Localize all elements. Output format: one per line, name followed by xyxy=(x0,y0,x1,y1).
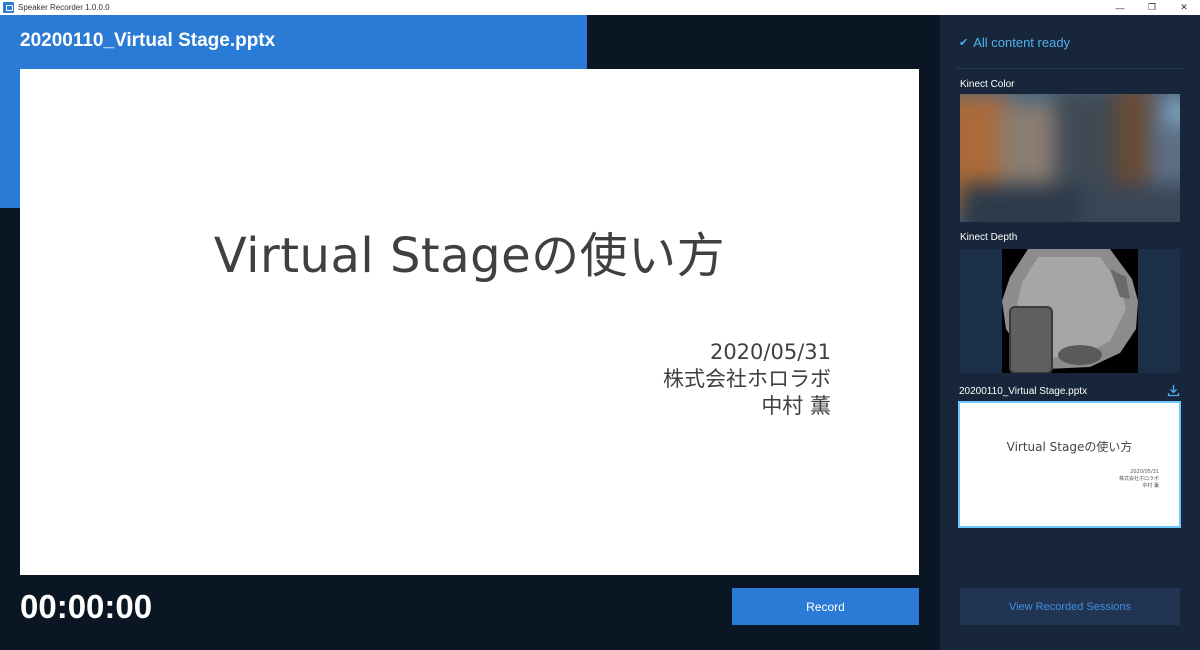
status-indicator: ✔ All content ready xyxy=(959,35,1070,50)
thumbnail-author: 中村 薫 xyxy=(1142,483,1159,489)
thumbnail-date: 2020/05/31 xyxy=(1130,469,1159,475)
slide-thumbnail[interactable]: Virtual Stageの使い方 2020/05/31 株式会社ホロラボ 中村… xyxy=(958,401,1181,528)
slide-date: 2020/05/31 xyxy=(709,340,831,364)
window-titlebar: Speaker Recorder 1.0.0.0 — ❐ ✕ xyxy=(0,0,1200,15)
slide-title: Virtual Stageの使い方 xyxy=(213,228,726,284)
kinect-color-preview xyxy=(960,94,1180,222)
thumbnail-company: 株式会社ホロラボ xyxy=(1118,476,1159,482)
thumbnail-subtitle: 2020/05/31 株式会社ホロラボ 中村 薫 xyxy=(1119,469,1159,490)
thumbnail-title: Virtual Stageの使い方 xyxy=(1006,440,1133,454)
slide-subtitle: 2020/05/31 株式会社ホロラボ 中村 薫 xyxy=(663,339,831,420)
close-button[interactable]: ✕ xyxy=(1168,0,1200,15)
slide-author: 中村 薫 xyxy=(761,394,831,418)
record-button[interactable]: Record xyxy=(732,588,919,625)
slide-company: 株式会社ホロラボ xyxy=(663,367,831,391)
kinect-color-image xyxy=(960,94,1180,222)
kinect-depth-label: Kinect Depth xyxy=(960,232,1018,243)
kinect-depth-graphic xyxy=(960,249,1180,373)
kinect-color-graphic xyxy=(960,94,1180,222)
check-icon: ✔ xyxy=(959,37,969,49)
header-accent-strip xyxy=(0,69,20,208)
pptx-label: 20200110_Virtual Stage.pptx xyxy=(959,386,1088,397)
window-controls: — ❐ ✕ xyxy=(1104,0,1200,15)
status-text: All content ready xyxy=(973,35,1071,50)
app-icon xyxy=(3,2,14,13)
file-title: 20200110_Virtual Stage.pptx xyxy=(20,30,276,51)
panel-divider xyxy=(955,68,1185,69)
kinect-depth-preview xyxy=(960,249,1180,373)
recording-timer: 00:00:00 xyxy=(20,588,153,625)
slide-preview: Virtual Stageの使い方 2020/05/31 株式会社ホロラボ 中村… xyxy=(20,69,919,575)
download-glyph xyxy=(1167,385,1180,397)
download-icon[interactable] xyxy=(1167,384,1180,397)
view-recorded-sessions-button[interactable]: View Recorded Sessions xyxy=(960,588,1180,625)
window-title: Speaker Recorder 1.0.0.0 xyxy=(18,3,110,12)
restore-button[interactable]: ❐ xyxy=(1136,0,1168,15)
minimize-button[interactable]: — xyxy=(1104,0,1136,15)
kinect-color-label: Kinect Color xyxy=(960,79,1015,90)
